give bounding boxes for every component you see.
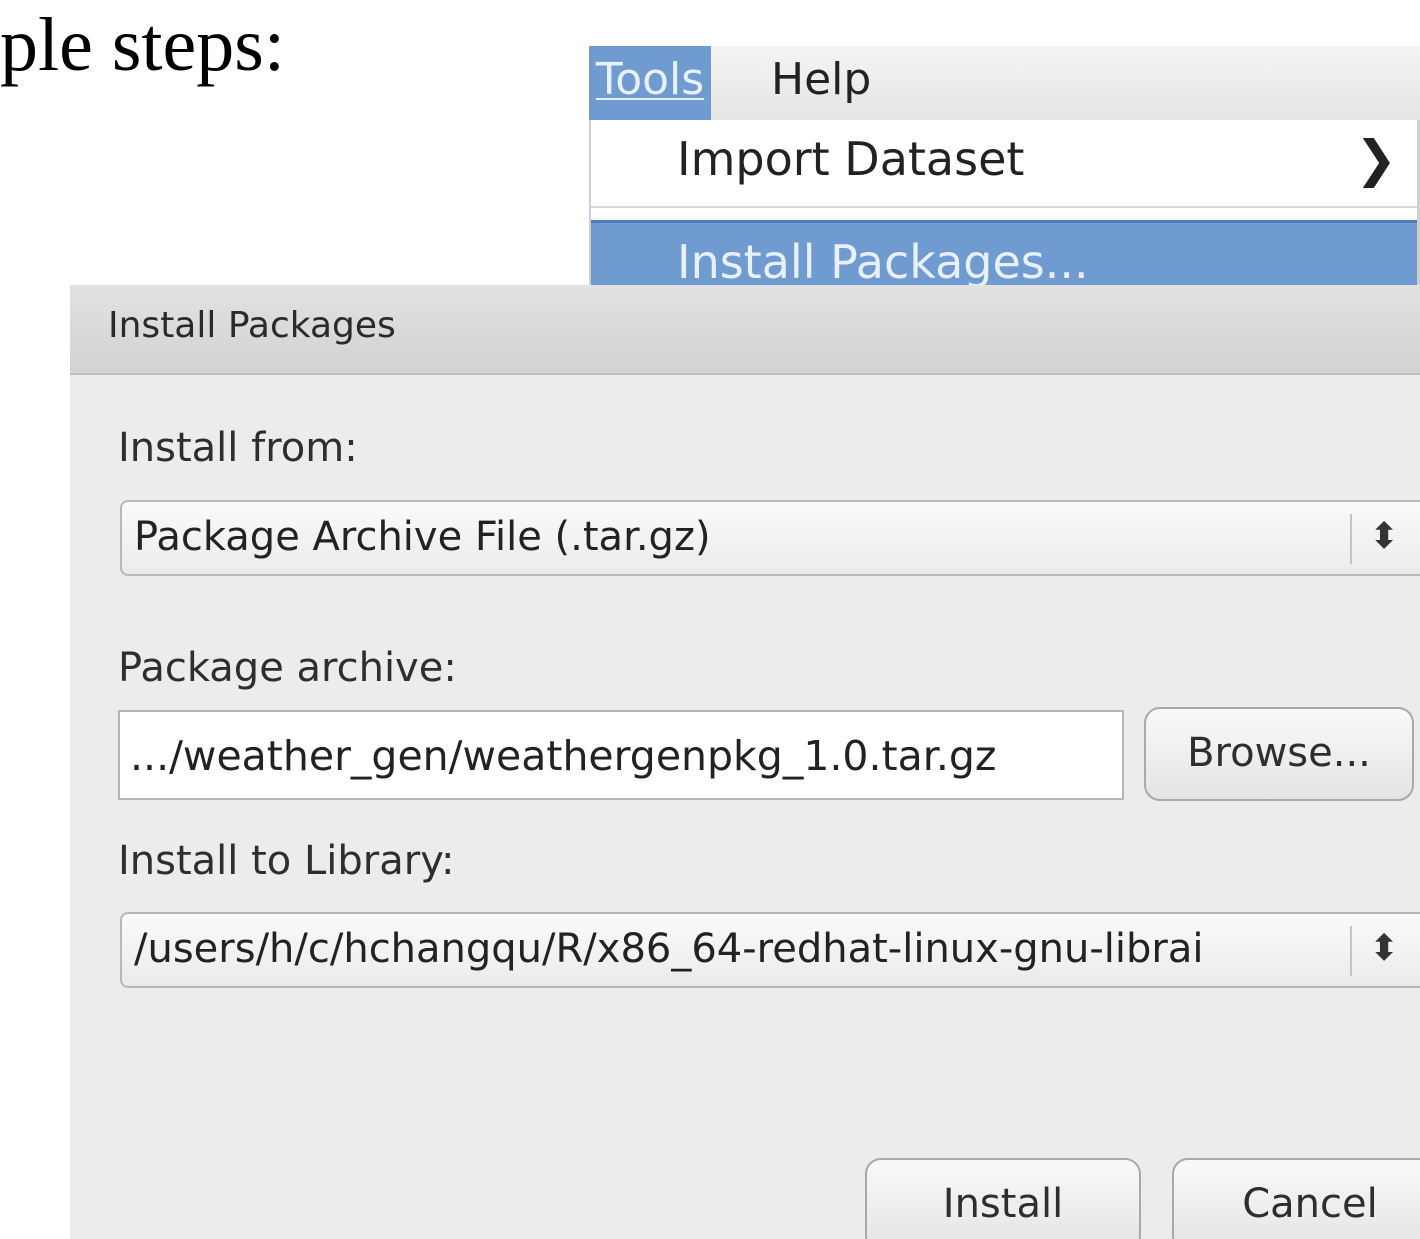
- package-archive-field[interactable]: .../weather_gen/weathergenpkg_1.0.tar.gz: [118, 710, 1124, 800]
- menu-tools[interactable]: Tools: [589, 46, 711, 120]
- menu-item-install-packages[interactable]: Install Packages...: [591, 220, 1417, 286]
- up-down-arrows-icon: ⬍: [1369, 928, 1400, 969]
- install-to-library-select[interactable]: /users/h/c/hchangqu/R/x86_64-redhat-linu…: [120, 912, 1420, 988]
- menubar: Tools Help: [589, 46, 1420, 121]
- dialog-title: Install Packages: [108, 305, 396, 346]
- tools-dropdown-menu: Import Dataset ❯ Install Packages...: [589, 120, 1420, 286]
- package-archive-label: Package archive:: [118, 645, 457, 691]
- install-from-value: Package Archive File (.tar.gz): [134, 514, 711, 560]
- menu-item-import-dataset[interactable]: Import Dataset ❯: [591, 120, 1417, 198]
- select-divider: [1350, 514, 1352, 564]
- menu-item-install-packages-label: Install Packages...: [677, 235, 1089, 286]
- chevron-right-icon: ❯: [1355, 130, 1397, 188]
- slide-text: ple steps:: [0, 3, 285, 87]
- install-from-select[interactable]: Package Archive File (.tar.gz) ⬍: [120, 500, 1420, 576]
- menu-tools-label: Tools: [595, 54, 705, 105]
- dialog-titlebar[interactable]: Install Packages: [70, 285, 1420, 375]
- menu-item-import-dataset-label: Import Dataset: [677, 132, 1025, 186]
- install-to-library-value: /users/h/c/hchangqu/R/x86_64-redhat-linu…: [134, 926, 1204, 972]
- menu-help[interactable]: Help: [771, 46, 871, 120]
- browse-button[interactable]: Browse...: [1144, 707, 1414, 801]
- up-down-arrows-icon: ⬍: [1369, 516, 1400, 557]
- install-from-label: Install from:: [118, 425, 358, 471]
- menu-separator: [591, 206, 1417, 208]
- menu-help-label: Help: [771, 54, 872, 105]
- install-button[interactable]: Install: [865, 1158, 1141, 1239]
- cancel-button[interactable]: Cancel: [1172, 1158, 1420, 1239]
- install-to-library-label: Install to Library:: [118, 838, 455, 884]
- package-archive-value: .../weather_gen/weathergenpkg_1.0.tar.gz: [130, 732, 997, 780]
- select-divider: [1350, 926, 1352, 976]
- install-packages-dialog: Install Packages Install from: Package A…: [70, 285, 1420, 1239]
